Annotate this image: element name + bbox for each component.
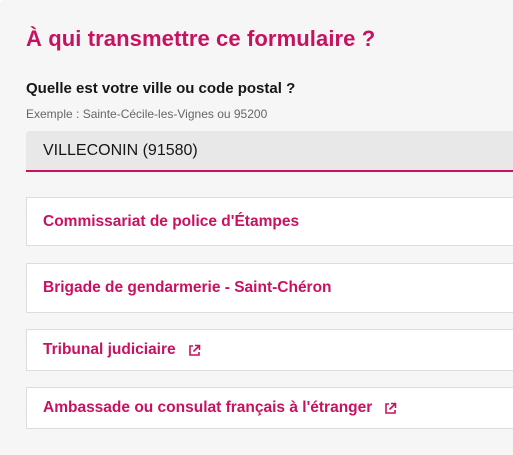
city-field-hint: Exemple : Sainte-Cécile-les-Vignes ou 95… bbox=[26, 107, 268, 121]
city-input[interactable] bbox=[26, 131, 513, 170]
destination-tribunal-link[interactable]: Tribunal judiciaire bbox=[26, 329, 513, 371]
city-field-label: Quelle est votre ville ou code postal ? bbox=[26, 80, 296, 97]
destination-label: Brigade de gendarmerie - Saint-Chéron bbox=[43, 279, 332, 296]
city-input-container bbox=[26, 131, 513, 172]
form-recipient-panel: À qui transmettre ce formulaire ? Quelle… bbox=[0, 0, 513, 455]
destination-label: Tribunal judiciaire bbox=[43, 341, 176, 358]
external-link-icon bbox=[384, 402, 397, 415]
destination-label: Commissariat de police d'Étampes bbox=[43, 212, 300, 230]
section-title: À qui transmettre ce formulaire ? bbox=[26, 26, 376, 51]
destination-police-station[interactable]: Commissariat de police d'Étampes bbox=[26, 197, 513, 246]
destination-label: Ambassade ou consulat français à l'étran… bbox=[43, 399, 373, 416]
external-link-icon bbox=[188, 344, 201, 357]
destination-embassy-link[interactable]: Ambassade ou consulat français à l'étran… bbox=[26, 387, 513, 429]
destination-gendarmerie[interactable]: Brigade de gendarmerie - Saint-Chéron bbox=[26, 263, 513, 313]
